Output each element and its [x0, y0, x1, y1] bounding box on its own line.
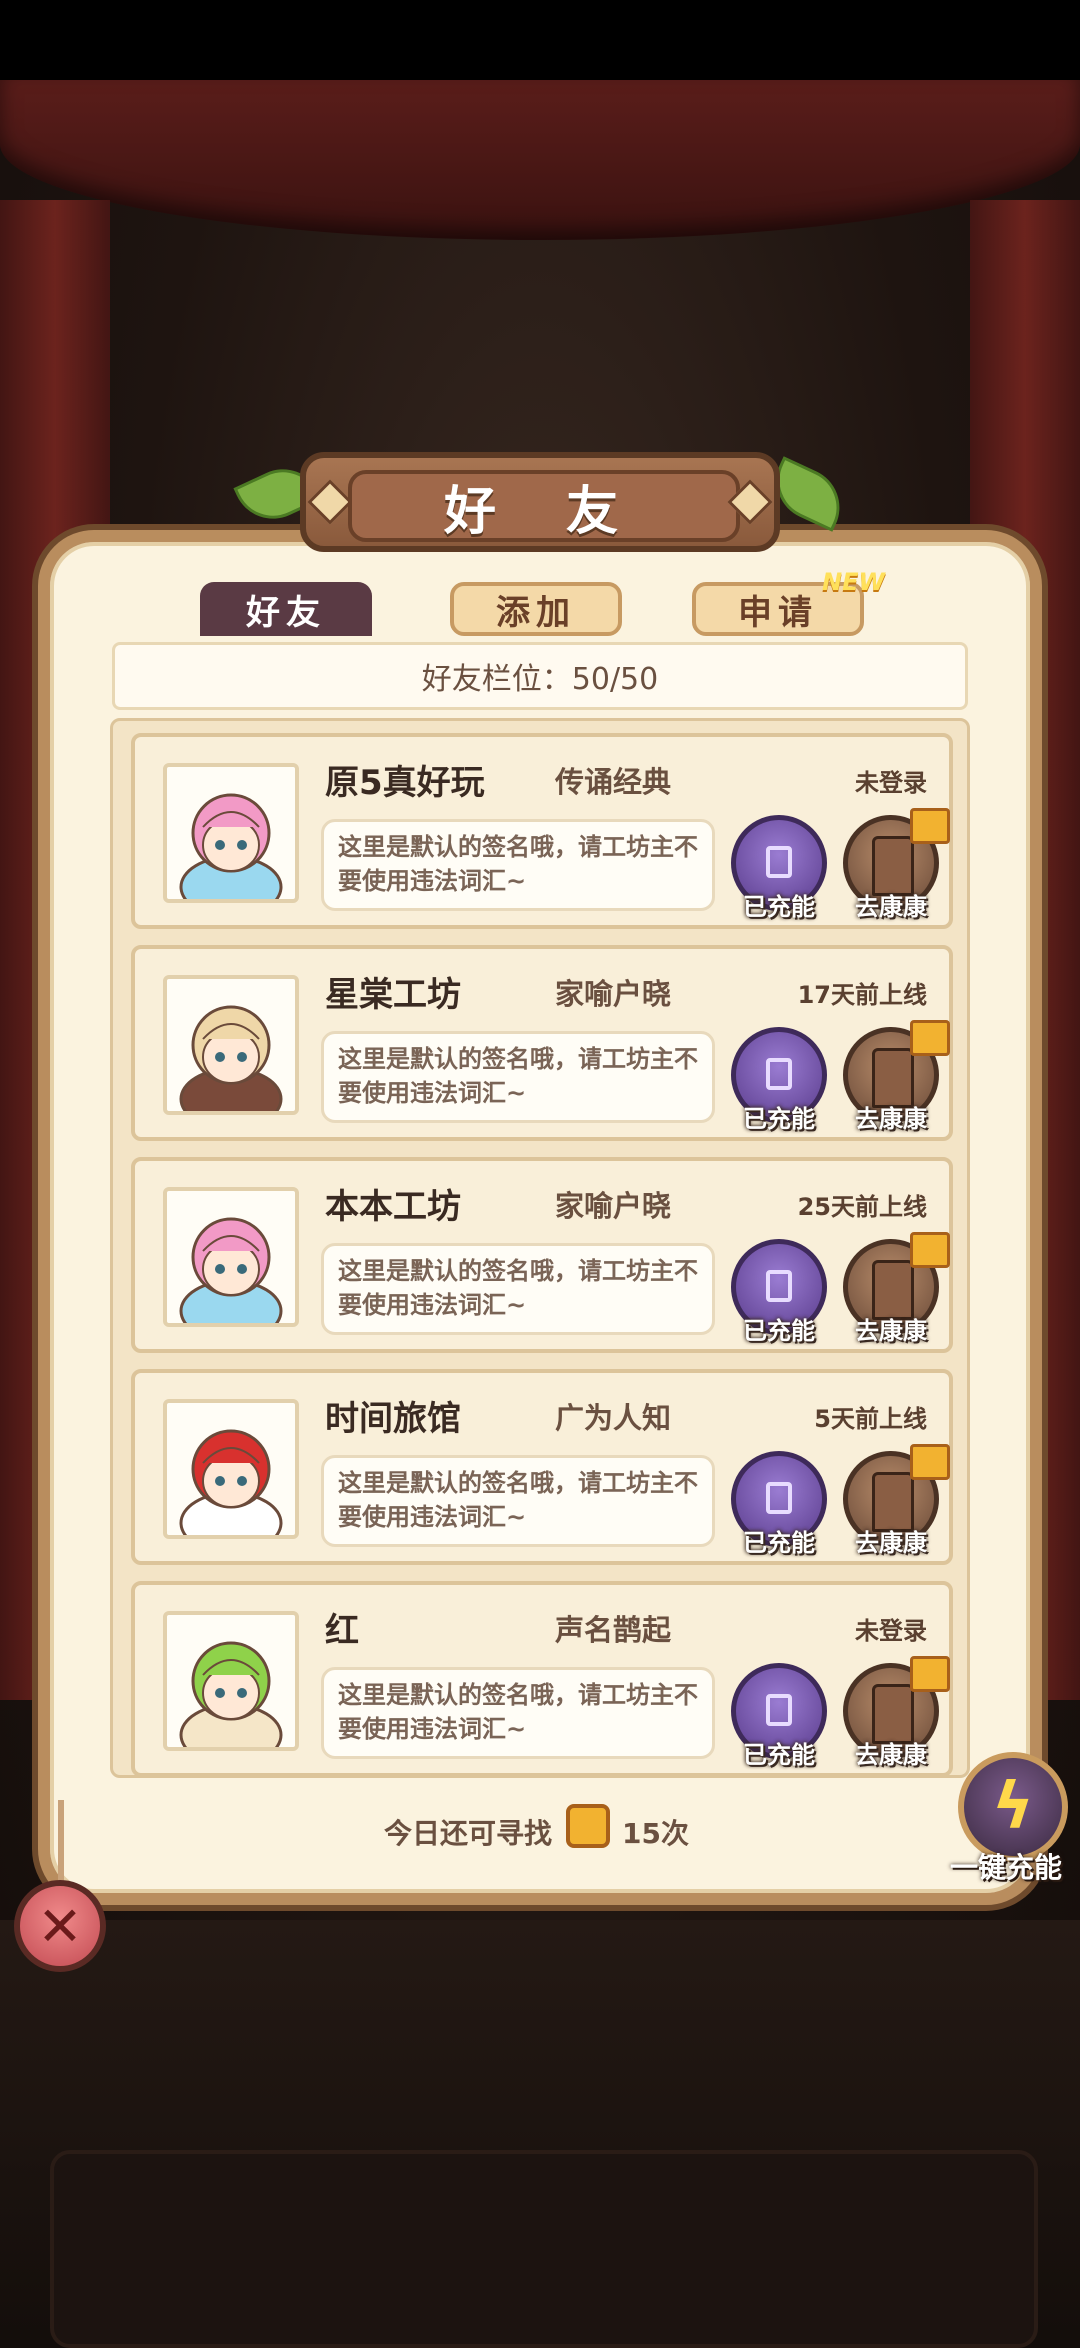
login-status: 25天前上线 — [797, 1193, 927, 1221]
status-bar — [0, 0, 1080, 80]
friend-avatar[interactable] — [163, 763, 299, 903]
hourglass-icon — [766, 1270, 792, 1302]
gift-icon — [910, 1444, 950, 1480]
character-portrait — [179, 1429, 283, 1535]
friend-name: 红 — [325, 1611, 359, 1651]
login-status: 未登录 — [855, 1617, 927, 1645]
friend-list[interactable]: 原5真好玩 传诵经典 未登录 这里是默认的签名哦，请工坊主不要使用违法词汇~ 已… — [110, 718, 970, 1778]
friend-row[interactable]: 星棠工坊 家喻户晓 17天前上线 这里是默认的签名哦，请工坊主不要使用违法词汇~… — [131, 945, 953, 1141]
friend-signature: 这里是默认的签名哦，请工坊主不要使用违法词汇~ — [321, 819, 715, 911]
friend-avatar[interactable] — [163, 1399, 299, 1539]
close-button[interactable]: ✕ — [14, 1880, 106, 1972]
new-badge: NEW — [822, 568, 885, 596]
gift-icon — [910, 1232, 950, 1268]
hourglass-icon — [766, 846, 792, 878]
friend-row[interactable]: 原5真好玩 传诵经典 未登录 这里是默认的签名哦，请工坊主不要使用违法词汇~ 已… — [131, 733, 953, 929]
search-remaining-label: 今日还可寻找 — [384, 1817, 553, 1850]
friend-signature: 这里是默认的签名哦，请工坊主不要使用违法词汇~ — [321, 1243, 715, 1335]
gift-icon — [910, 808, 950, 844]
character-portrait — [179, 793, 283, 899]
gift-icon — [910, 1656, 950, 1692]
charge-label: 已充能 — [743, 1105, 815, 1133]
friend-avatar[interactable] — [163, 1611, 299, 1751]
hourglass-icon — [766, 1482, 792, 1514]
page-title: 好 友 — [348, 470, 740, 542]
hourglass-icon — [766, 1694, 792, 1726]
charge-label: 已充能 — [743, 893, 815, 921]
visit-label: 去康康 — [855, 1105, 927, 1133]
friend-title: 家喻户晓 — [555, 1189, 672, 1223]
lightning-icon: ϟ — [991, 1770, 1035, 1844]
tab-friends[interactable]: 好友 — [200, 582, 372, 636]
friend-title: 广为人知 — [555, 1401, 672, 1435]
friend-signature: 这里是默认的签名哦，请工坊主不要使用违法词汇~ — [321, 1455, 715, 1547]
charge-label: 已充能 — [743, 1741, 815, 1769]
friend-name: 时间旅馆 — [325, 1399, 461, 1439]
title-banner: 好 友 — [300, 452, 780, 552]
gem-icon — [307, 479, 353, 525]
login-status: 未登录 — [855, 769, 927, 797]
gift-icon — [566, 1804, 610, 1848]
hourglass-icon — [766, 1058, 792, 1090]
friend-signature: 这里是默认的签名哦，请工坊主不要使用违法词汇~ — [321, 1667, 715, 1759]
friend-name: 星棠工坊 — [325, 975, 461, 1015]
friend-avatar[interactable] — [163, 975, 299, 1115]
one-click-charge-label: 一键充能 — [950, 1851, 1063, 1884]
login-status: 17天前上线 — [797, 981, 927, 1009]
friend-title: 家喻户晓 — [555, 977, 672, 1011]
friend-title: 声名鹊起 — [555, 1613, 672, 1647]
close-icon: ✕ — [37, 1894, 83, 1958]
rope-decoration — [58, 1800, 64, 1882]
character-portrait — [179, 1641, 283, 1747]
character-portrait — [179, 1217, 283, 1323]
friend-row[interactable]: 红 声名鹊起 未登录 这里是默认的签名哦，请工坊主不要使用违法词汇~ 已充能 去… — [131, 1581, 953, 1777]
character-portrait — [179, 1005, 283, 1111]
gift-icon — [910, 1020, 950, 1056]
visit-label: 去康康 — [855, 1741, 927, 1769]
search-remaining-count: 15次 — [622, 1817, 689, 1850]
visit-label: 去康康 — [855, 1529, 927, 1557]
charge-label: 已充能 — [743, 1529, 815, 1557]
friend-signature: 这里是默认的签名哦，请工坊主不要使用违法词汇~ — [321, 1031, 715, 1123]
login-status: 5天前上线 — [814, 1405, 927, 1433]
floor-chest — [50, 2150, 1038, 2348]
friend-row[interactable]: 时间旅馆 广为人知 5天前上线 这里是默认的签名哦，请工坊主不要使用违法词汇~ … — [131, 1369, 953, 1565]
friend-name: 本本工坊 — [325, 1187, 461, 1227]
friend-slots: 好友栏位：50/50 — [112, 642, 968, 710]
tab-add[interactable]: 添加 — [450, 582, 622, 636]
friend-avatar[interactable] — [163, 1187, 299, 1327]
friend-name: 原5真好玩 — [325, 763, 485, 803]
friend-row[interactable]: 本本工坊 家喻户晓 25天前上线 这里是默认的签名哦，请工坊主不要使用违法词汇~… — [131, 1157, 953, 1353]
visit-label: 去康康 — [855, 893, 927, 921]
charge-label: 已充能 — [743, 1317, 815, 1345]
visit-label: 去康康 — [855, 1317, 927, 1345]
friend-title: 传诵经典 — [555, 765, 672, 799]
